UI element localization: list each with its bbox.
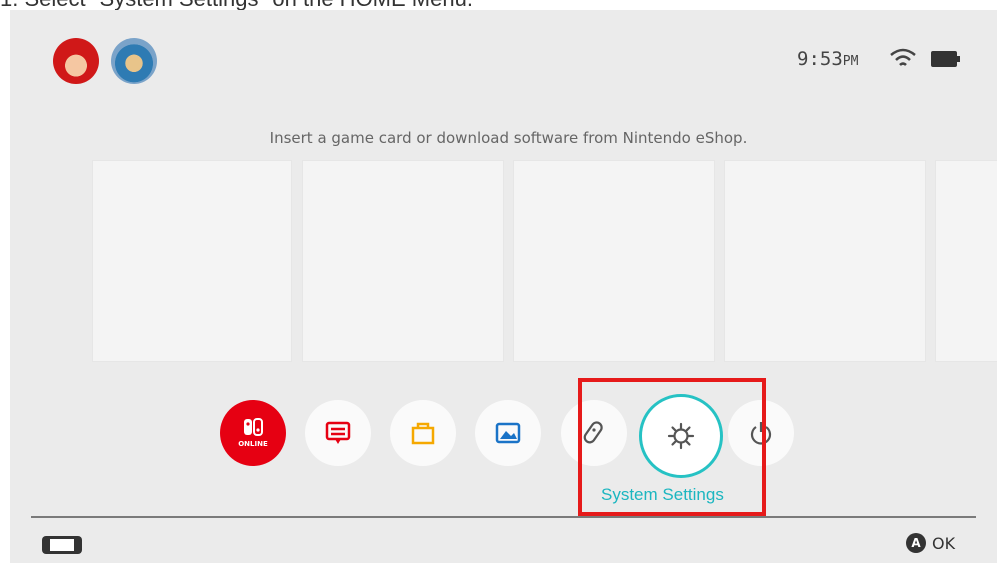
user-avatar-link[interactable] bbox=[111, 38, 157, 84]
software-slot[interactable] bbox=[92, 160, 292, 362]
home-menu-screen: 9:53PM Insert a game card or download so… bbox=[10, 10, 997, 563]
footer-divider bbox=[31, 516, 976, 518]
software-slot[interactable] bbox=[302, 160, 504, 362]
battery-icon bbox=[931, 51, 960, 67]
console-mode-icon bbox=[42, 536, 82, 554]
software-slot[interactable] bbox=[935, 160, 997, 362]
red-highlight-box bbox=[578, 378, 766, 516]
insert-message: Insert a game card or download software … bbox=[269, 129, 748, 147]
news-button[interactable] bbox=[305, 400, 371, 466]
clock-ampm: PM bbox=[842, 54, 859, 69]
ok-hint[interactable]: A OK bbox=[906, 533, 955, 553]
a-button-icon: A bbox=[906, 533, 926, 553]
nintendo-switch-logo-icon bbox=[244, 418, 263, 436]
news-icon bbox=[325, 421, 351, 444]
nintendo-online-button[interactable]: ONLINE bbox=[220, 400, 286, 466]
ok-label: OK bbox=[932, 533, 956, 553]
album-icon bbox=[495, 422, 521, 444]
software-slot[interactable] bbox=[513, 160, 715, 362]
album-button[interactable] bbox=[475, 400, 541, 466]
eshop-bag-icon bbox=[411, 422, 435, 445]
user-avatar-mario[interactable] bbox=[53, 38, 99, 84]
clock: 9:53PM bbox=[797, 48, 858, 70]
eshop-button[interactable] bbox=[390, 400, 456, 466]
online-label: ONLINE bbox=[238, 440, 268, 448]
software-slot[interactable] bbox=[724, 160, 926, 362]
wifi-icon bbox=[890, 48, 916, 66]
clock-time: 9:53 bbox=[797, 48, 843, 70]
